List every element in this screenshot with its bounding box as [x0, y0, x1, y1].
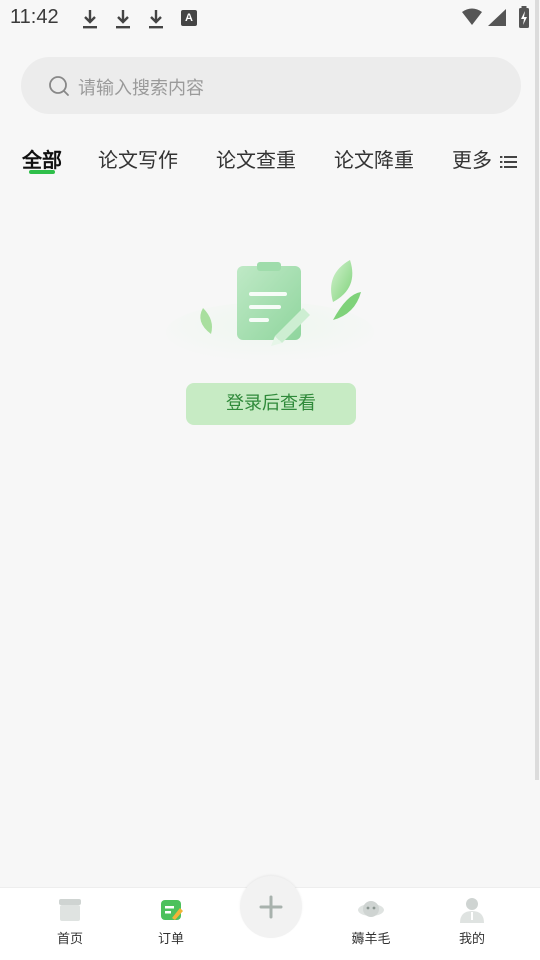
- tab-more[interactable]: 更多: [452, 144, 518, 173]
- tab-paraphrase[interactable]: 论文降重: [334, 144, 414, 173]
- tab-paper-writing[interactable]: 论文写作: [98, 144, 178, 173]
- nav-item-deals[interactable]: 薅羊毛: [336, 896, 406, 956]
- status-time: 11:42: [10, 6, 59, 28]
- system-status-icons: [462, 6, 529, 28]
- nav-label: 首页: [56, 932, 83, 947]
- empty-state-illustration: [166, 260, 374, 362]
- tab-label: 全部: [22, 148, 62, 172]
- add-button[interactable]: [240, 876, 302, 938]
- battery-charging-icon: [519, 6, 529, 28]
- tab-all[interactable]: 全部: [22, 144, 62, 174]
- nav-item-home[interactable]: 首页: [35, 896, 105, 956]
- scrollbar[interactable]: [535, 0, 539, 780]
- download-icon: [83, 10, 97, 29]
- nav-item-orders[interactable]: 订单: [136, 896, 206, 956]
- tab-label: 论文查重: [216, 148, 296, 172]
- status-bar: 11:42 A: [0, 0, 540, 36]
- download-icon: [149, 10, 163, 29]
- add-icon: [259, 895, 283, 919]
- wifi-icon: [462, 8, 482, 25]
- nav-label: 订单: [157, 932, 184, 947]
- app-root: 11:42 A 请输入搜索内容 全部 论文写作 论文查重 论文降重 更多 登录后…: [0, 0, 540, 960]
- search-input[interactable]: 请输入搜索内容: [78, 74, 204, 100]
- sheep-icon: [358, 901, 384, 917]
- nav-item-profile[interactable]: 我的: [437, 896, 507, 956]
- signal-icon: [488, 9, 506, 26]
- bottom-navigation: 首页 订单 薅羊毛 我的: [0, 876, 540, 960]
- tab-label: 更多: [452, 148, 492, 172]
- search-bar[interactable]: 请输入搜索内容: [21, 57, 521, 114]
- download-icon: [116, 10, 130, 29]
- user-icon: [460, 898, 484, 923]
- tab-plagiarism-check[interactable]: 论文查重: [216, 144, 296, 173]
- nav-label: 我的: [458, 932, 485, 947]
- login-to-view-button[interactable]: 登录后查看: [186, 383, 356, 425]
- tab-label: 论文写作: [98, 148, 178, 172]
- category-tabs: 全部 论文写作 论文查重 论文降重 更多: [0, 140, 540, 180]
- nav-label: 薅羊毛: [351, 932, 391, 947]
- tab-label: 论文降重: [334, 148, 414, 172]
- active-tab-indicator: [29, 170, 55, 174]
- order-icon: [161, 900, 183, 920]
- app-a-icon: A: [181, 10, 197, 26]
- search-icon: [49, 76, 69, 96]
- home-box-icon: [59, 899, 81, 921]
- list-menu-icon: [500, 155, 518, 168]
